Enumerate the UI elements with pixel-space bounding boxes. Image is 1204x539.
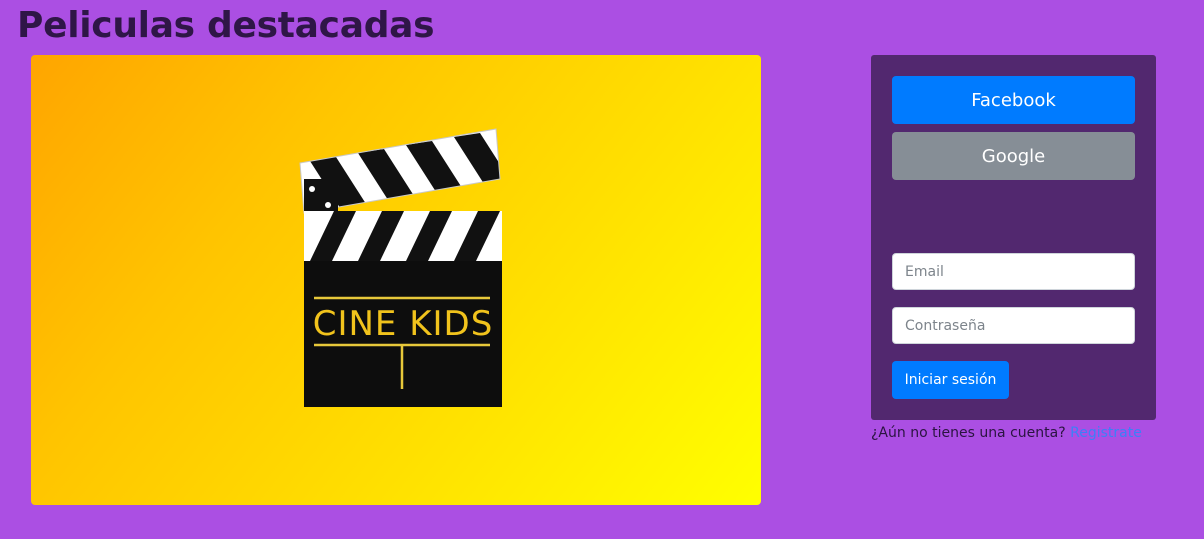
page-title: Peliculas destacadas — [17, 5, 435, 46]
clapperboard-title: CINE KIDS — [313, 304, 494, 344]
clapperboard-logo: CINE KIDS — [299, 128, 502, 407]
signup-prompt-line: ¿Aún no tienes una cuenta? Registrate — [871, 423, 1142, 443]
password-field[interactable] — [892, 307, 1135, 344]
facebook-login-button[interactable]: Facebook — [892, 76, 1135, 124]
signup-prompt: ¿Aún no tienes una cuenta? — [871, 425, 1066, 441]
signup-link[interactable]: Registrate — [1070, 425, 1142, 441]
login-panel: Facebook Google Iniciar sesión — [871, 55, 1156, 420]
featured-movie-banner[interactable]: CINE KIDS — [31, 55, 761, 505]
google-login-button[interactable]: Google — [892, 132, 1135, 180]
email-field[interactable] — [892, 253, 1135, 290]
login-button[interactable]: Iniciar sesión — [892, 361, 1009, 399]
